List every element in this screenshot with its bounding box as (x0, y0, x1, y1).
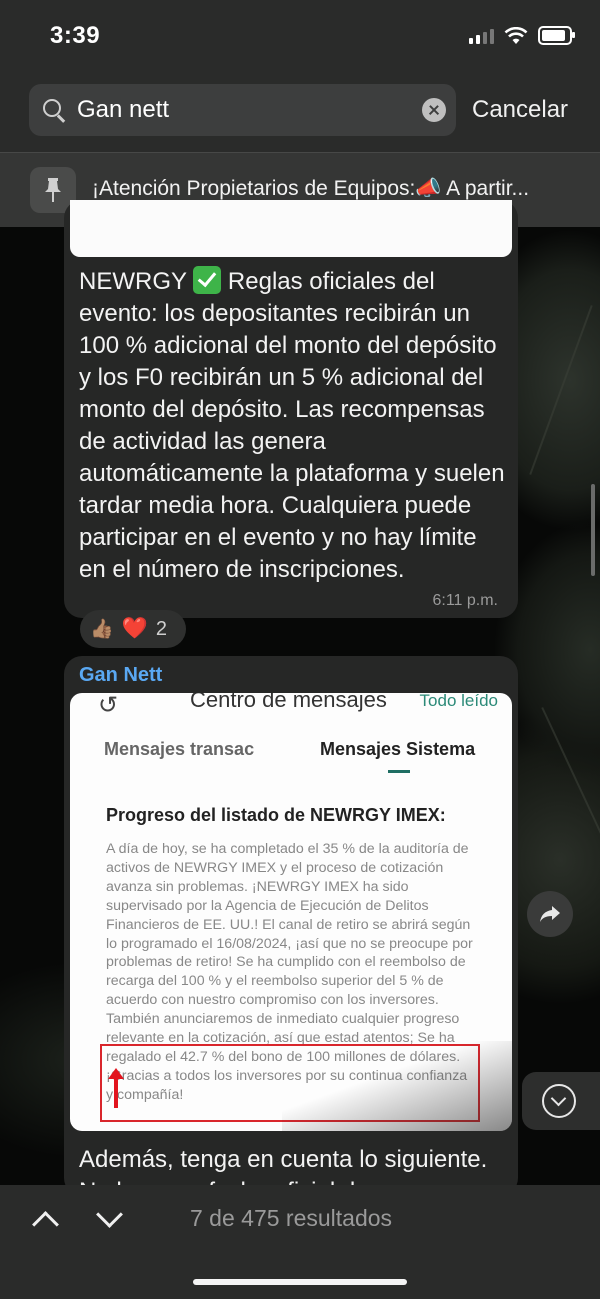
message-time: 6:11 p.m. (432, 592, 498, 609)
screenshot-action: Todo leído (419, 693, 498, 710)
chevron-down-icon[interactable] (92, 1203, 124, 1235)
message-body: Reglas oficiales del evento: los deposit… (79, 268, 505, 583)
status-time: 3:39 (50, 22, 101, 49)
search-field[interactable] (29, 84, 456, 136)
sender-name[interactable]: Gan Nett (79, 664, 162, 687)
chevron-down-icon (542, 1084, 576, 1118)
screenshot-tab-transactions: Mensajes transac (104, 739, 255, 759)
screenshot-header: ↺ Centro de mensajes Todo leído (70, 693, 512, 725)
forward-icon (540, 906, 560, 922)
message-image[interactable]: ↺ Centro de mensajes Todo leído Mensajes… (70, 693, 512, 1131)
message-bubble[interactable]: Gan Nett ↺ Centro de mensajes Todo leído… (64, 656, 518, 1205)
reactions-pill[interactable]: 👍🏽 ❤️ 2 (80, 610, 186, 648)
thumbs-up-reaction-icon: 👍🏽 (90, 619, 114, 640)
screenshot-heading: Progreso del listado de NEWRGY IMEX: (106, 805, 446, 825)
signal-icon (469, 28, 494, 44)
message-prefix: NEWRGY (79, 268, 187, 295)
screenshot-tab-system: Mensajes Sistema (320, 739, 476, 759)
cancel-button[interactable]: Cancelar (472, 96, 568, 124)
battery-icon (538, 26, 575, 45)
scroll-indicator[interactable] (591, 484, 595, 576)
reaction-count: 2 (155, 617, 167, 640)
image-shadow (282, 1041, 512, 1131)
status-bar: 3:39 (0, 0, 600, 72)
wifi-icon (504, 26, 528, 44)
search-results-bar: 7 de 475 resultados (0, 1185, 600, 1299)
message-image[interactable] (70, 200, 512, 257)
home-indicator[interactable] (193, 1279, 407, 1285)
pinned-message-text: ¡Atención Propietarios de Equipos:📣 A pa… (92, 177, 530, 200)
message-bubble[interactable]: NEWRGY Reglas oficiales del evento: los … (64, 200, 518, 618)
results-count: 7 de 475 resultados (190, 1205, 393, 1231)
search-input[interactable] (77, 96, 422, 124)
back-arrow-icon: ↺ (98, 693, 119, 719)
check-mark-icon (193, 266, 222, 294)
message-text: NEWRGY Reglas oficiales del evento: los … (79, 266, 509, 586)
clear-search-icon[interactable] (422, 98, 446, 122)
tab-underline (388, 770, 410, 773)
heart-reaction-icon: ❤️ (121, 617, 148, 640)
screenshot-title: Centro de mensajes (190, 693, 387, 712)
search-header: Cancelar (0, 72, 600, 152)
red-arrow-icon (108, 1068, 124, 1108)
scroll-down-button[interactable] (522, 1072, 600, 1130)
chevron-up-icon[interactable] (28, 1203, 60, 1235)
search-icon (41, 97, 67, 123)
status-icons (469, 26, 575, 45)
forward-button[interactable] (527, 891, 573, 937)
